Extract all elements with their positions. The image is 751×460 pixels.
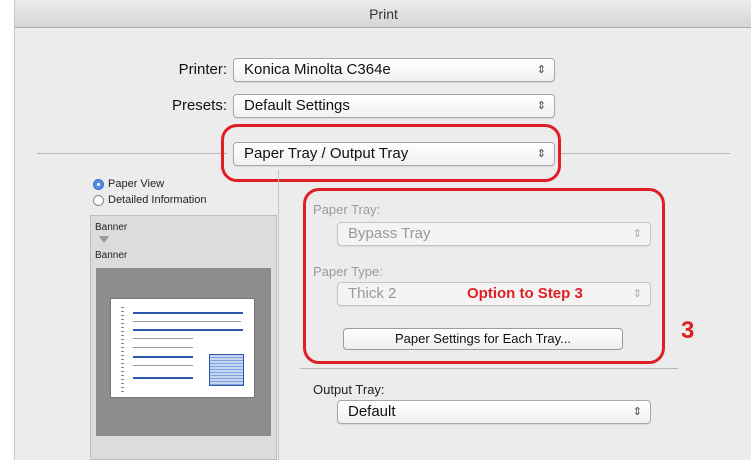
radio-selected-icon xyxy=(93,178,104,190)
printer-value: Konica Minolta C364e xyxy=(244,61,391,78)
paper-line xyxy=(133,347,193,348)
triangle-down-icon xyxy=(99,236,109,243)
up-down-chevron-icon: ⇕ xyxy=(536,64,546,76)
printer-popup[interactable]: Konica Minolta C364e ⇕ xyxy=(233,58,555,82)
presets-value: Default Settings xyxy=(244,97,350,114)
presets-label: Presets: xyxy=(171,97,227,114)
paper-line xyxy=(133,312,243,314)
paper-illustration xyxy=(110,298,255,398)
paper-line xyxy=(133,365,193,366)
print-dialog: Print Printer: Konica Minolta C364e ⇕ Pr… xyxy=(14,0,751,460)
section-separator-left xyxy=(37,153,227,154)
preview-canvas xyxy=(96,268,271,436)
printer-label: Printer: xyxy=(178,61,227,78)
paper-line xyxy=(133,377,193,379)
paper-line xyxy=(133,321,241,322)
window-title: Print xyxy=(15,0,751,28)
radio-detailed-info-label: Detailed Information xyxy=(108,194,207,206)
output-tray-label: Output Tray: xyxy=(313,382,385,397)
paper-preview-panel: Banner Banner xyxy=(90,215,277,460)
vertical-separator xyxy=(278,170,279,460)
highlight-paper-options xyxy=(303,188,665,364)
output-separator xyxy=(300,368,678,369)
paper-line xyxy=(133,329,243,331)
radio-detailed-info[interactable]: Detailed Information xyxy=(93,194,206,206)
highlight-panel-select xyxy=(221,124,561,182)
radio-paper-view[interactable]: Paper View xyxy=(93,178,164,190)
radio-unselected-icon xyxy=(93,194,104,206)
paper-line xyxy=(133,356,193,358)
paper-line xyxy=(133,338,193,339)
radio-paper-view-label: Paper View xyxy=(108,178,165,190)
preview-bottom-label: Banner xyxy=(95,250,128,261)
up-down-chevron-icon: ⇕ xyxy=(632,406,642,418)
up-down-chevron-icon: ⇕ xyxy=(536,100,546,112)
preview-top-label: Banner xyxy=(95,222,128,233)
output-tray-value: Default xyxy=(348,403,396,420)
tray-pattern-icon xyxy=(209,354,244,386)
presets-popup[interactable]: Default Settings ⇕ xyxy=(233,94,555,118)
paper-edge-marks xyxy=(121,307,124,392)
annotation-step-number: 3 xyxy=(681,317,695,344)
output-tray-popup[interactable]: Default ⇕ xyxy=(337,400,651,424)
section-separator-right xyxy=(560,153,730,154)
